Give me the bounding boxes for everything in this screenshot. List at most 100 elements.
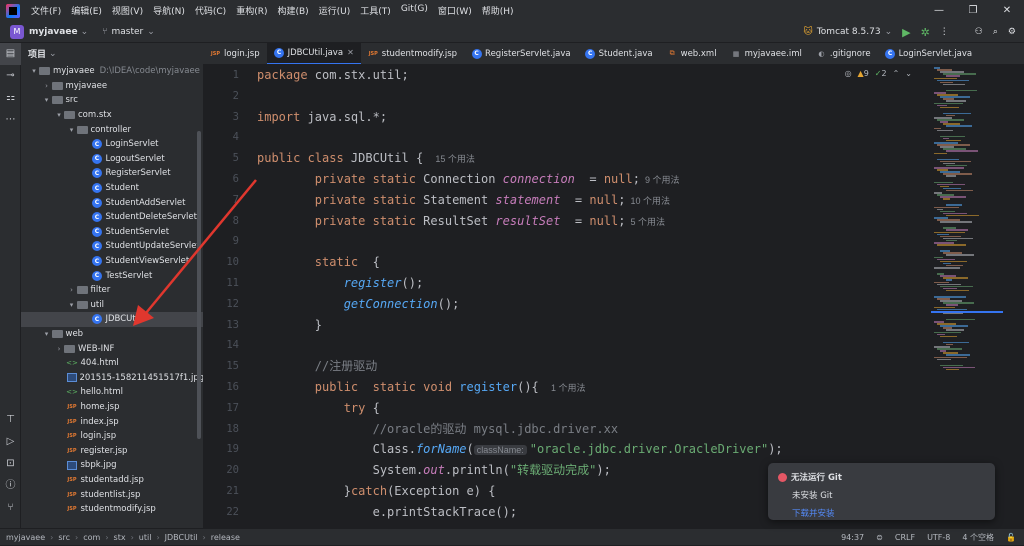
- expand-arrow-icon[interactable]: ▾: [67, 301, 77, 309]
- settings-icon[interactable]: ⚙: [1008, 27, 1016, 37]
- code-minimap[interactable]: [931, 65, 1024, 528]
- expand-arrow-icon[interactable]: ▾: [42, 96, 52, 104]
- project-selector[interactable]: M myjavaee ⌄: [10, 24, 88, 39]
- usage-hint[interactable]: 10 个用法: [631, 196, 671, 206]
- breadcrumb-item[interactable]: util: [139, 533, 152, 542]
- expand-arrow-icon[interactable]: ▾: [67, 126, 77, 134]
- tree-item[interactable]: ▾ web: [21, 327, 203, 342]
- file-encoding[interactable]: UTF-8: [927, 533, 950, 542]
- expand-arrow-icon[interactable]: ▾: [42, 330, 52, 338]
- intellij-logo-icon[interactable]: [6, 3, 20, 18]
- tree-item[interactable]: C StudentAddServlet: [21, 195, 203, 210]
- breadcrumb-item[interactable]: stx: [114, 533, 126, 542]
- breadcrumb-item[interactable]: com: [83, 533, 100, 542]
- eye-off-icon[interactable]: ◎: [845, 69, 852, 78]
- tree-item[interactable]: JSP studentadd.jsp: [21, 473, 203, 488]
- chevron-up-icon[interactable]: ⌃: [893, 69, 900, 78]
- expand-arrow-icon[interactable]: ›: [67, 286, 77, 294]
- editor-tab[interactable]: C JDBCUtil.java ✕: [266, 43, 361, 64]
- editor-tab[interactable]: ▦ myjavaee.iml: [724, 43, 809, 64]
- expand-arrow-icon[interactable]: ▾: [29, 67, 39, 75]
- tree-item[interactable]: <> hello.html: [21, 385, 203, 400]
- line-separator[interactable]: CRLF: [895, 533, 915, 542]
- close-icon[interactable]: ✕: [347, 48, 354, 57]
- minimap-viewport[interactable]: [931, 311, 1003, 313]
- menu-item[interactable]: 构建(B): [272, 4, 313, 17]
- problems-icon[interactable]: ⓘ: [0, 475, 21, 497]
- tree-item[interactable]: C Student: [21, 181, 203, 196]
- tree-item[interactable]: JSP index.jsp: [21, 414, 203, 429]
- menu-item[interactable]: 运行(U): [314, 4, 356, 17]
- breadcrumb-item[interactable]: release: [211, 533, 240, 542]
- tree-item[interactable]: C StudentViewServlet: [21, 254, 203, 269]
- usage-hint[interactable]: 9 个用法: [645, 175, 680, 185]
- menu-item[interactable]: 帮助(H): [477, 4, 519, 17]
- code-area[interactable]: package com.stx.util; import java.sql.*; p…: [257, 65, 927, 528]
- more-tools-icon[interactable]: ⋯: [0, 109, 21, 131]
- breadcrumb-item[interactable]: src: [58, 533, 70, 542]
- tree-item[interactable]: C LoginServlet: [21, 137, 203, 152]
- tree-item[interactable]: C LogoutServlet: [21, 152, 203, 167]
- editor-tab[interactable]: C LoginServlet.java: [878, 43, 980, 64]
- breadcrumb-item[interactable]: JDBCUtil: [165, 533, 198, 542]
- expand-arrow-icon[interactable]: ▾: [54, 111, 64, 119]
- tree-item[interactable]: › myjavaee: [21, 79, 203, 94]
- close-icon[interactable]: ✕: [990, 0, 1024, 21]
- usage-hint[interactable]: 1 个用法: [551, 383, 586, 393]
- tree-item[interactable]: ▾ util: [21, 298, 203, 313]
- menu-item[interactable]: 文件(F): [26, 4, 66, 17]
- code-editor[interactable]: 1 2 3 4 5 6 7 8 9 10 11 12 13 14 15 16 17 18 19 20 21 22 pack…: [203, 65, 931, 528]
- search-icon[interactable]: ⌕: [993, 27, 998, 37]
- run-config-selector[interactable]: 🐱 Tomcat 8.5.73 ⌄: [803, 27, 892, 37]
- debug-icon[interactable]: ✲: [921, 26, 930, 39]
- menu-item[interactable]: 视图(V): [107, 4, 148, 17]
- tree-item[interactable]: JSP register.jsp: [21, 443, 203, 458]
- tree-item[interactable]: ▾ myjavaee D:\IDEA\code\myjavaee: [21, 64, 203, 79]
- tree-item[interactable]: C StudentServlet: [21, 225, 203, 240]
- tree-item[interactable]: ▾ com.stx: [21, 108, 203, 123]
- tree-item[interactable]: C StudentUpdateServlet: [21, 239, 203, 254]
- git-branch-selector[interactable]: ⑂ master ⌄: [102, 27, 155, 37]
- editor-tab[interactable]: ◐ .gitignore: [809, 43, 878, 64]
- minimize-icon[interactable]: —: [922, 0, 956, 21]
- chevron-down-icon[interactable]: ⌄: [905, 69, 912, 78]
- tree-item[interactable]: C StudentDeleteServlet: [21, 210, 203, 225]
- vcs-icon[interactable]: ⊜: [876, 533, 883, 542]
- inspection-widget[interactable]: ◎ ▲9 ✓2 ⌃ ⌄: [845, 69, 912, 78]
- run-tool-icon[interactable]: ▷: [0, 431, 21, 453]
- expand-arrow-icon[interactable]: ›: [42, 82, 52, 90]
- editor-tab[interactable]: C Student.java: [578, 43, 660, 64]
- breadcrumb-item[interactable]: myjavaee: [6, 533, 45, 542]
- terminal-icon[interactable]: ⊡: [0, 453, 21, 475]
- tree-scrollbar[interactable]: [197, 131, 201, 439]
- expand-arrow-icon[interactable]: ›: [54, 345, 64, 353]
- project-tool-icon[interactable]: ▤: [0, 43, 21, 65]
- tree-item[interactable]: 201515-158211451517f1.jpg: [21, 370, 203, 385]
- editor-tab[interactable]: JSP studentmodify.jsp: [361, 43, 464, 64]
- indent-setting[interactable]: 4 个空格: [962, 532, 994, 543]
- tree-item[interactable]: JSP login.jsp: [21, 429, 203, 444]
- more-actions-icon[interactable]: ⋮: [940, 27, 949, 37]
- caret-position[interactable]: 94:37: [841, 533, 864, 542]
- tree-item[interactable]: JSP studentmodify.jsp: [21, 502, 203, 517]
- menu-item[interactable]: 工具(T): [355, 4, 396, 17]
- editor-tab[interactable]: ⧉ web.xml: [660, 43, 724, 64]
- tree-item[interactable]: C RegisterServlet: [21, 166, 203, 181]
- tree-item[interactable]: ▾ src: [21, 93, 203, 108]
- menu-item[interactable]: 导航(N): [148, 4, 190, 17]
- menu-item[interactable]: 窗口(W): [433, 4, 477, 17]
- menu-item[interactable]: Git(G): [396, 4, 433, 17]
- lock-icon[interactable]: 🔓: [1006, 533, 1016, 542]
- maximize-icon[interactable]: ❐: [956, 0, 990, 21]
- user-icon[interactable]: ⚇: [975, 27, 983, 37]
- usage-hint[interactable]: 5 个用法: [631, 217, 666, 227]
- structure-icon[interactable]: ⚏: [0, 87, 21, 109]
- menu-item[interactable]: 代码(C): [190, 4, 231, 17]
- services-icon[interactable]: ⊤: [0, 409, 21, 431]
- tree-item[interactable]: › WEB-INF: [21, 341, 203, 356]
- menu-item[interactable]: 编辑(E): [66, 4, 107, 17]
- tree-item[interactable]: sbpk.jpg: [21, 458, 203, 473]
- tree-item[interactable]: JSP studentlist.jsp: [21, 487, 203, 502]
- tree-item[interactable]: C JDBCUtil: [21, 312, 203, 327]
- tree-item[interactable]: ▾ controller: [21, 122, 203, 137]
